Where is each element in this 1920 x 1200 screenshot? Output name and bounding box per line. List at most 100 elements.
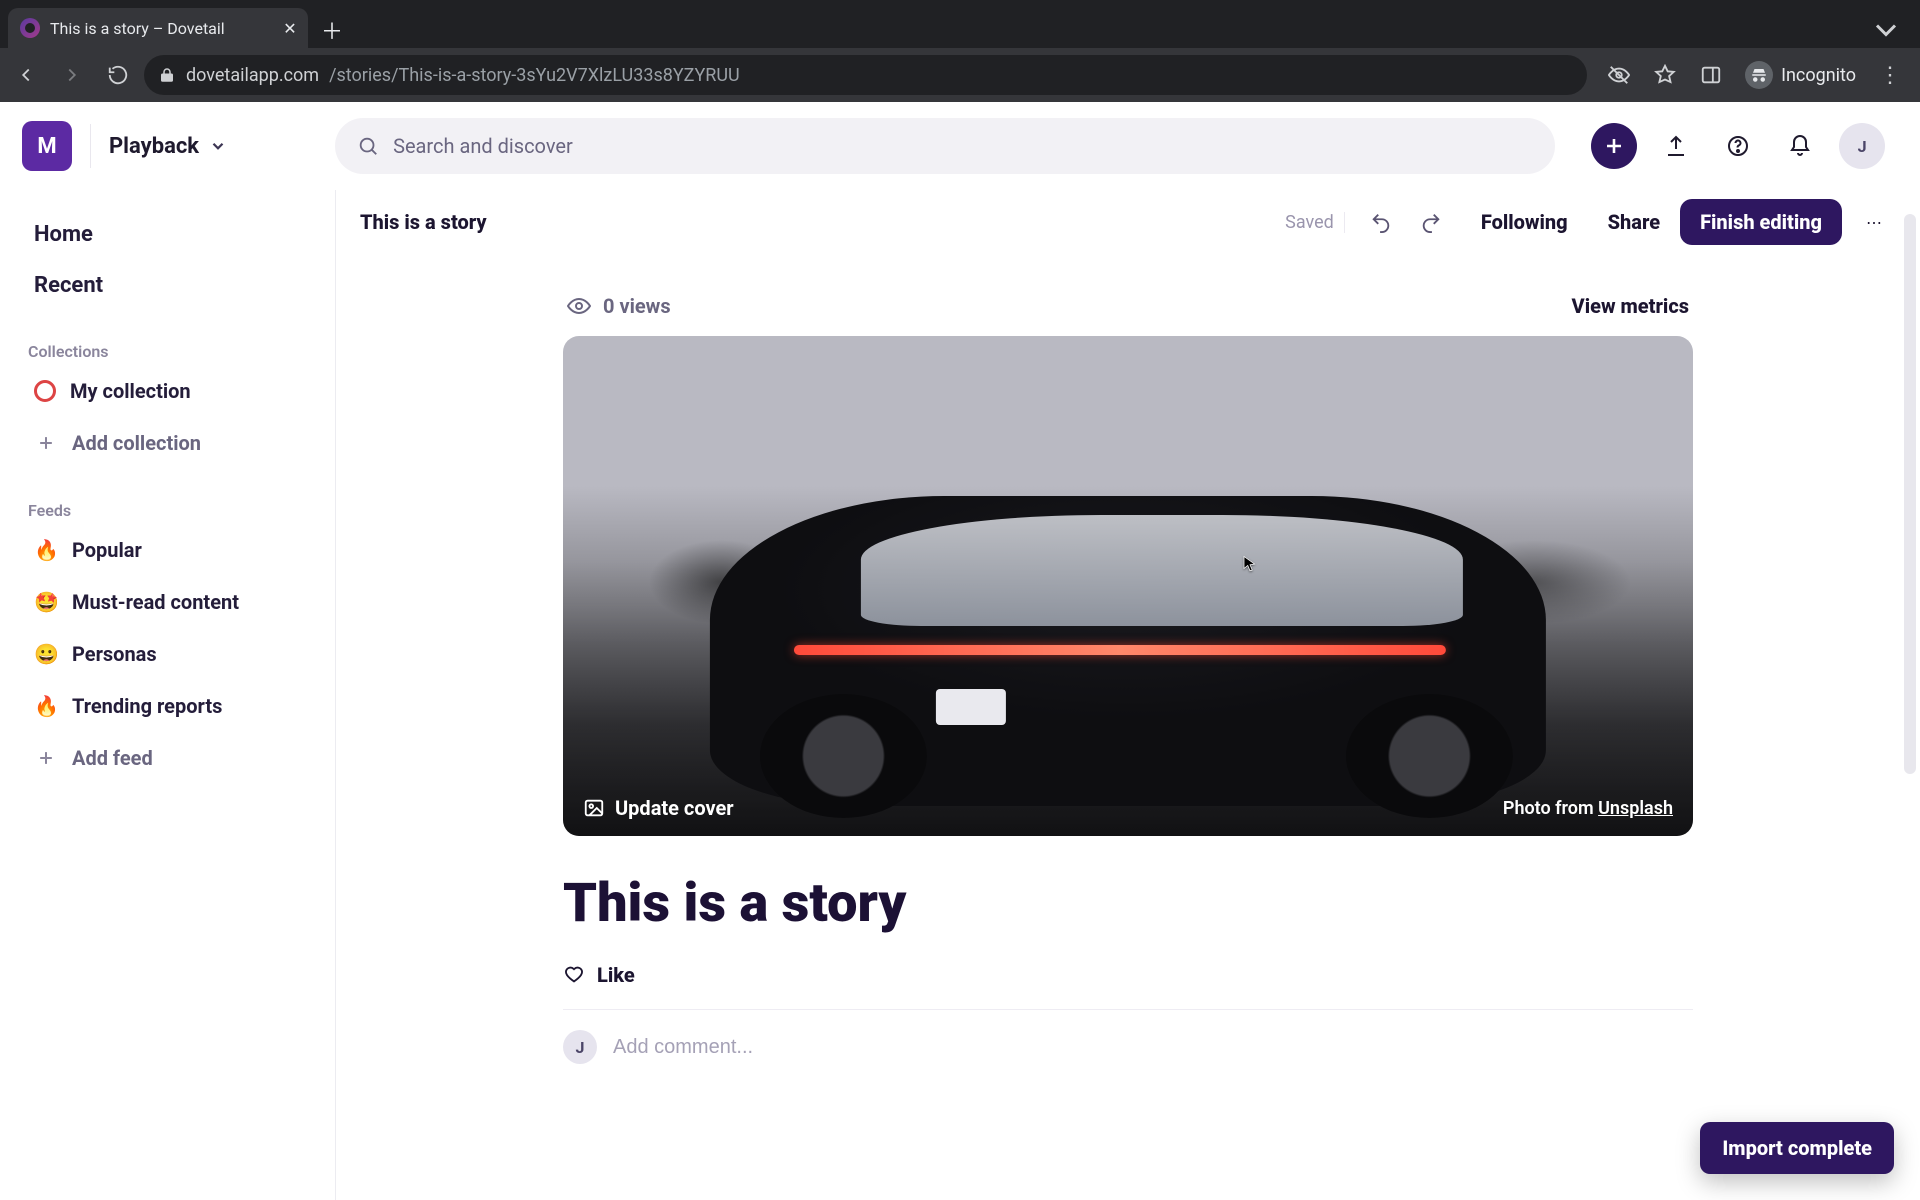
cover-credit: Photo from Unsplash [1503,798,1673,819]
toast-import-complete[interactable]: Import complete [1700,1122,1894,1174]
feed-emoji: 🔥 [34,538,58,562]
collections-label: Collections [28,342,317,361]
notifications-button[interactable] [1777,123,1823,169]
heart-icon [563,964,585,986]
lock-icon [158,66,176,84]
incognito-label: Incognito [1781,65,1856,86]
cover-overlay: Update cover Photo from Unsplash [583,796,1673,820]
chevron-down-icon [209,137,227,155]
side-panel-icon[interactable] [1691,55,1731,95]
address-bar[interactable]: dovetailapp.com/stories/This-is-a-story-… [144,55,1587,95]
feed-item-popular[interactable]: 🔥 Popular [28,528,317,572]
content-scroll[interactable]: 0 views View metrics [336,254,1920,1200]
tab-title: This is a story – Dovetail [50,19,272,38]
doc-bar: This is a story Saved Following Share F [336,190,1920,254]
feed-label: Trending reports [72,694,222,718]
feed-item-personas[interactable]: 😀 Personas [28,632,317,676]
space-switcher[interactable]: Playback [109,134,227,159]
add-collection[interactable]: Add collection [28,421,317,465]
nav-home[interactable]: Home [28,214,317,255]
update-cover-label: Update cover [615,796,734,820]
feed-item-trending[interactable]: 🔥 Trending reports [28,684,317,728]
comment-input[interactable] [613,1036,1693,1059]
divider [563,1009,1693,1010]
feeds-label: Feeds [28,501,317,520]
search-placeholder: Search and discover [393,134,573,158]
back-button[interactable] [6,55,46,95]
undo-button[interactable] [1361,202,1401,242]
collection-label: My collection [70,379,191,403]
share-button[interactable]: Share [1588,200,1670,244]
credit-link[interactable]: Unsplash [1598,798,1673,819]
browser-tab[interactable]: This is a story – Dovetail ✕ [8,8,308,48]
top-actions: J [1591,123,1885,169]
image-icon [583,797,605,819]
main: This is a story Saved Following Share F [336,190,1920,1200]
create-button[interactable] [1591,123,1637,169]
like-label: Like [597,963,635,987]
content: 0 views View metrics [563,254,1693,1124]
incognito-indicator[interactable]: Incognito [1737,55,1864,95]
credit-prefix: Photo from [1503,798,1598,819]
scrollbar[interactable] [1904,214,1916,774]
feed-label: Must-read content [72,590,239,614]
app-body: Home Recent Collections My collection Ad… [0,190,1920,1200]
user-avatar[interactable]: J [1839,123,1885,169]
view-metrics-link[interactable]: View metrics [1572,294,1689,318]
plus-icon [34,746,58,770]
finish-editing-button[interactable]: Finish editing [1680,199,1842,245]
eye-icon [567,294,591,318]
story-title[interactable]: This is a story [563,872,1693,935]
share-label: Share [1608,210,1660,234]
more-menu-button[interactable]: ⋯ [1852,200,1896,244]
like-button[interactable]: Like [563,963,1693,987]
plus-icon [34,431,58,455]
collection-item[interactable]: My collection [28,369,317,413]
following-label: Following [1481,210,1568,234]
feed-emoji: 😀 [34,642,58,666]
global-search[interactable]: Search and discover [335,118,1555,174]
doc-title[interactable]: This is a story [360,210,487,234]
update-cover-button[interactable]: Update cover [583,796,734,820]
forward-button[interactable] [52,55,92,95]
following-button[interactable]: Following [1461,200,1578,244]
feed-emoji: 🔥 [34,694,58,718]
add-feed[interactable]: Add feed [28,736,317,780]
cover-image[interactable]: Update cover Photo from Unsplash [563,336,1693,836]
app-top-bar: M Playback Search and discover J [0,102,1920,190]
redo-button[interactable] [1411,202,1451,242]
browser-toolbar: dovetailapp.com/stories/This-is-a-story-… [0,48,1920,102]
comment-avatar: J [563,1030,597,1064]
feed-label: Popular [72,538,142,562]
browser-right-actions: Incognito ⋮ [1599,55,1910,95]
url-host: dovetailapp.com [186,65,319,86]
collection-icon [34,380,56,402]
sidebar: Home Recent Collections My collection Ad… [0,190,336,1200]
bookmark-star-icon[interactable] [1645,55,1685,95]
new-tab-button[interactable]: ＋ [314,12,350,48]
favicon-icon [20,18,40,38]
nav-recent[interactable]: Recent [28,265,317,306]
space-name: Playback [109,134,199,159]
workspace-badge[interactable]: M [22,121,72,171]
browser-chrome: This is a story – Dovetail ✕ ＋ dovetaila… [0,0,1920,102]
tab-strip: This is a story – Dovetail ✕ ＋ [0,0,1920,48]
add-feed-label: Add feed [72,746,153,770]
feed-item-must-read[interactable]: 🤩 Must-read content [28,580,317,624]
save-status: Saved [1285,212,1345,233]
help-button[interactable] [1715,123,1761,169]
reload-button[interactable] [98,55,138,95]
divider [90,124,91,168]
tabs-overflow-icon[interactable] [1868,12,1904,48]
cover-illustration [710,496,1546,806]
views-text: 0 views [603,294,671,318]
add-collection-label: Add collection [72,431,201,455]
upload-button[interactable] [1653,123,1699,169]
search-icon [357,135,379,157]
eye-off-icon[interactable] [1599,55,1639,95]
close-tab-icon[interactable]: ✕ [282,20,298,36]
app: M Playback Search and discover J [0,102,1920,1200]
feed-label: Personas [72,642,157,666]
comment-row: J [563,1030,1693,1064]
kebab-menu-icon[interactable]: ⋮ [1870,55,1910,95]
